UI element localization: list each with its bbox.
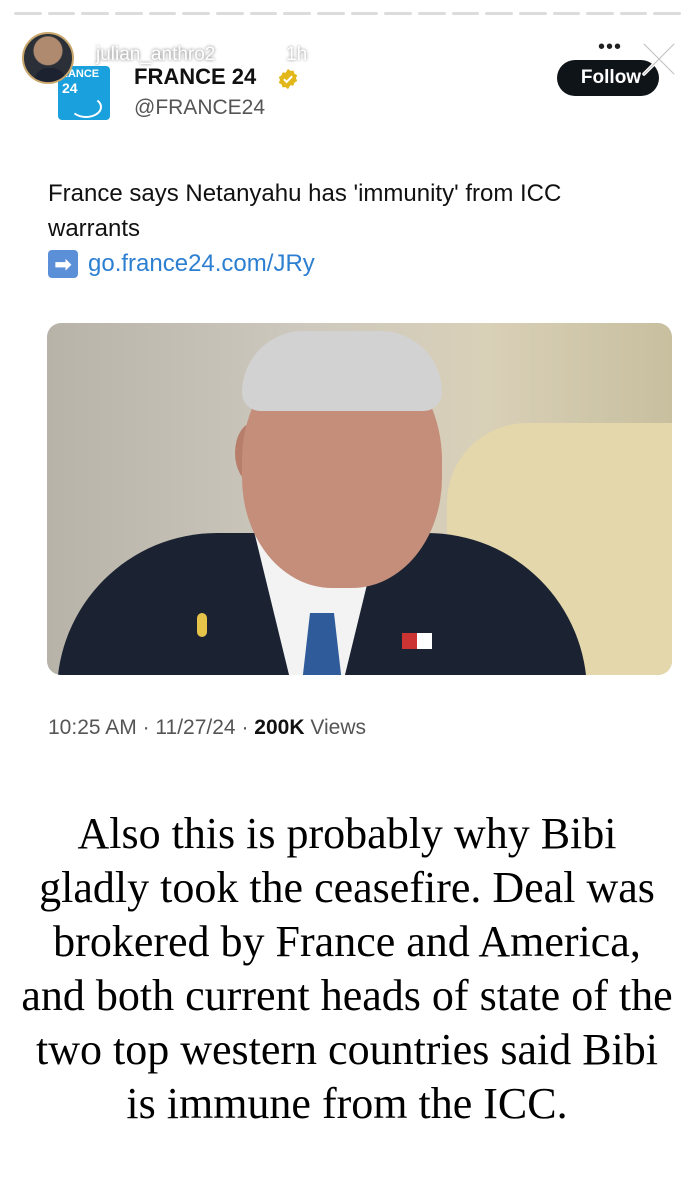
- flag-pin-icon: [402, 633, 432, 649]
- progress-segment: [215, 12, 244, 15]
- link-text[interactable]: go.france24.com/JRy: [88, 250, 315, 278]
- logo-text-bottom: 24: [62, 80, 78, 96]
- progress-segment: [249, 12, 278, 15]
- story-progress-bar: [14, 12, 682, 15]
- progress-segment: [653, 12, 682, 15]
- logo-wave-icon: [70, 96, 102, 118]
- progress-segment: [451, 12, 480, 15]
- progress-segment: [485, 12, 513, 15]
- progress-segment: [114, 12, 143, 15]
- story-caption-box: Also this is probably why Bibi gladly to…: [18, 795, 676, 1185]
- progress-segment: [586, 12, 614, 15]
- right-arrow-icon: ➡: [48, 250, 78, 278]
- progress-segment: [384, 12, 412, 15]
- account-handle[interactable]: @FRANCE24: [134, 96, 265, 120]
- progress-segment: [148, 12, 177, 15]
- progress-segment: [518, 12, 547, 15]
- story-username[interactable]: julian_anthro2: [96, 44, 215, 66]
- tweet-text: France says Netanyahu has 'immunity' fro…: [48, 180, 562, 242]
- progress-segment: [417, 12, 446, 15]
- tweet-link[interactable]: ➡ go.france24.com/JRy: [48, 250, 315, 278]
- story-time: 1h: [286, 44, 308, 65]
- progress-segment: [316, 12, 345, 15]
- tweet-meta: 10:25 AM · 11/27/24 · 200K Views: [48, 716, 366, 740]
- views-label: Views: [310, 716, 366, 739]
- photo-hair: [242, 331, 442, 411]
- avatar-figure: [34, 68, 66, 82]
- progress-segment: [283, 12, 311, 15]
- progress-segment: [47, 12, 76, 15]
- tweet-date: 11/27/24: [155, 716, 236, 739]
- progress-segment: [182, 12, 210, 15]
- progress-segment: [14, 12, 42, 15]
- tweet-photo[interactable]: [47, 323, 672, 675]
- meta-separator: ·: [142, 716, 150, 739]
- progress-segment: [619, 12, 648, 15]
- verified-badge-icon: [278, 68, 298, 90]
- progress-segment: [350, 12, 379, 15]
- more-horizontal-icon[interactable]: •••: [598, 37, 622, 57]
- account-name[interactable]: FRANCE 24: [134, 64, 256, 90]
- tweet-time: 10:25 AM: [48, 716, 137, 739]
- ribbon-pin-icon: [197, 613, 207, 637]
- progress-segment: [552, 12, 581, 15]
- views-count: 200K: [254, 716, 305, 739]
- story-caption-text: Also this is probably why Bibi gladly to…: [21, 809, 673, 1128]
- meta-separator: ·: [241, 716, 249, 739]
- story-avatar[interactable]: [22, 32, 74, 84]
- progress-segment: [81, 12, 109, 15]
- close-icon[interactable]: [638, 38, 680, 80]
